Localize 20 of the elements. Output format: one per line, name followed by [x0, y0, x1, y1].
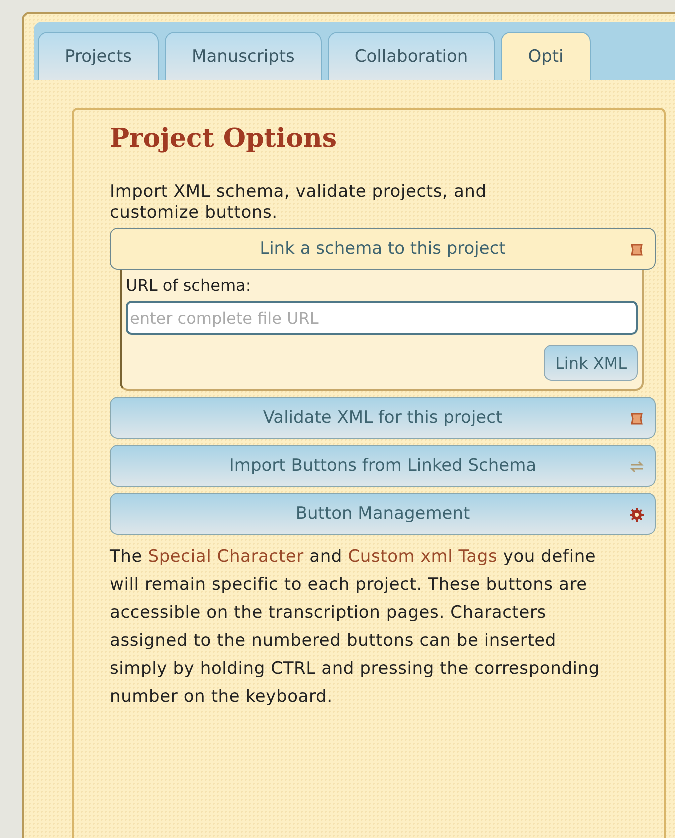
- help-link[interactable]: Custom xml Tags: [348, 547, 498, 567]
- tab[interactable]: Collaboration: [328, 32, 496, 80]
- action-button[interactable]: Validate XML for this project: [110, 397, 656, 439]
- tab[interactable]: Opti: [501, 32, 591, 80]
- intro-text: Import XML schema, validate projects, and customize buttons.: [110, 182, 488, 224]
- action-button[interactable]: Import Buttons from Linked Schema: [110, 445, 656, 487]
- field-label: URL of schema:: [126, 276, 252, 295]
- scroll-icon: [629, 411, 645, 427]
- scroll-icon: [629, 242, 645, 258]
- tab[interactable]: Manuscripts: [165, 32, 322, 80]
- action-button[interactable]: Button Management: [110, 493, 656, 535]
- help-paragraph: The Special Character and Custom xml Tags you define will remain specific to each project. These buttons are accessible on the transcription pages. Characters assigned to the numbered buttons can be inserted simply by holding CTRL and pressing the corresponding number on the keyboard.: [110, 546, 600, 709]
- panel-title: Project Options: [110, 124, 338, 154]
- gear-icon: [629, 507, 645, 523]
- help-link[interactable]: Special Character: [148, 547, 304, 567]
- tab[interactable]: Projects: [38, 32, 160, 80]
- swap-arrows-icon: [629, 459, 645, 475]
- section-header[interactable]: Link a schema to this project: [110, 228, 656, 270]
- url-input-field[interactable]: enter complete file URL: [126, 301, 638, 335]
- link-xml-button[interactable]: Link XML: [544, 345, 638, 381]
